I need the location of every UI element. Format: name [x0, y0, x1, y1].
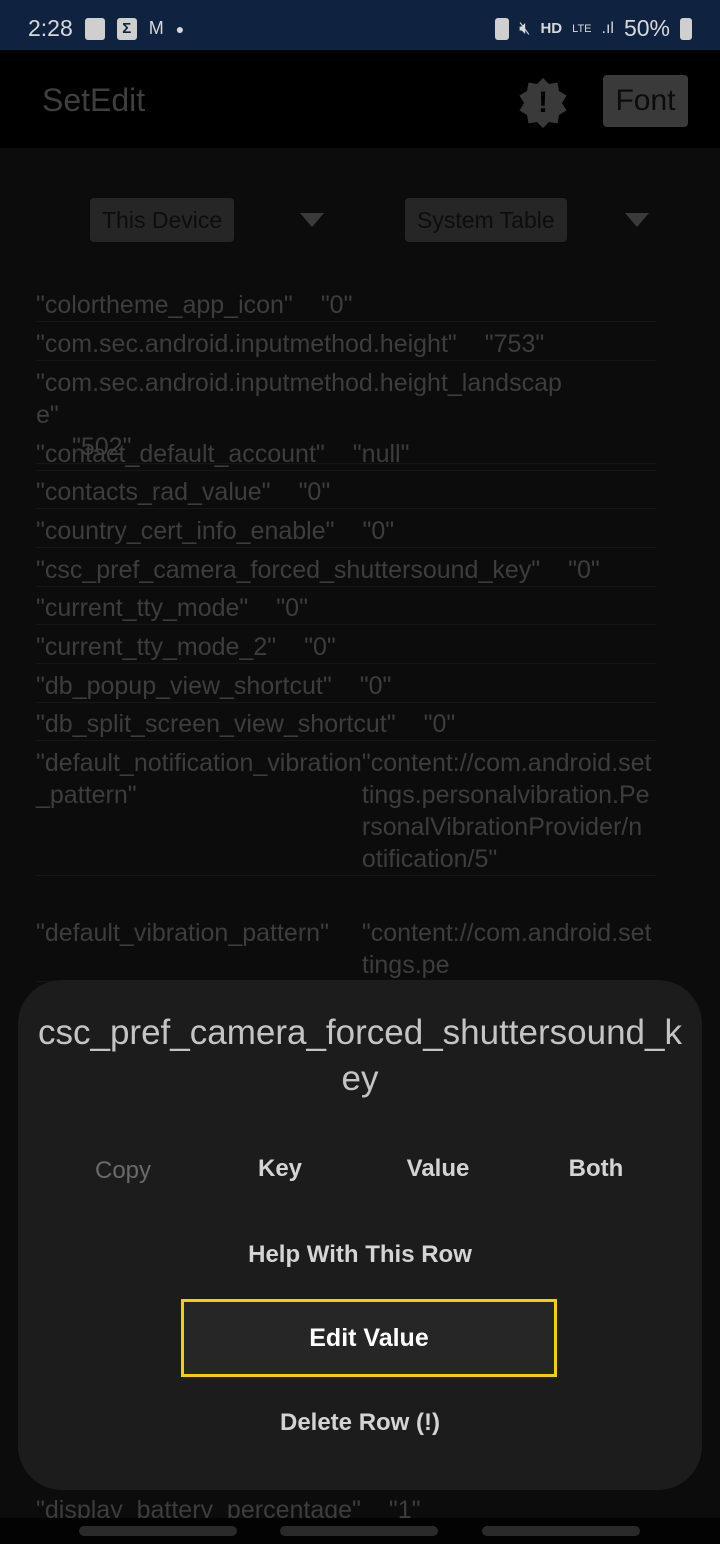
settings-row[interactable]: "com.sec.android.inputmethod.height" "753… — [36, 328, 656, 361]
row-value: "0" — [276, 594, 308, 622]
row-key: "default_vibration_pattern" — [36, 919, 329, 947]
nav-back[interactable] — [482, 1526, 640, 1536]
battery-percent: 50% — [623, 15, 670, 41]
gmail-icon: M — [148, 18, 164, 38]
row-key: "default_notification_vibration_pattern" — [36, 749, 362, 809]
settings-row[interactable]: "current_tty_mode_2" "0" — [36, 631, 656, 664]
row-value: "0" — [362, 517, 395, 545]
nav-home[interactable] — [280, 1526, 438, 1536]
delete-row-button[interactable]: Delete Row (!) — [18, 1409, 702, 1437]
mute-icon: 🔇︎ — [519, 18, 531, 38]
row-key: "contact_default_account" — [36, 440, 325, 468]
signal-icon: .ıl — [601, 19, 614, 37]
row-options-dialog: csc_pref_camera_forced_shuttersound_key … — [18, 980, 702, 1490]
clock: 2:28 — [28, 15, 73, 41]
settings-row[interactable]: "csc_pref_camera_forced_shuttersound_key… — [36, 554, 656, 587]
row-key: "com.sec.android.inputmethod.height" — [36, 330, 457, 358]
row-value: "0" — [568, 556, 600, 584]
hd-voice-icon: HD — [540, 20, 563, 37]
row-key: "db_split_screen_view_shortcut" — [36, 710, 396, 738]
battery-saver-icon — [495, 17, 510, 40]
nav-recents[interactable] — [79, 1526, 237, 1536]
settings-row[interactable]: "colortheme_app_icon" "0" — [36, 289, 656, 322]
row-value: "0" — [298, 478, 331, 506]
row-value: "content://com.android.settings.pe — [361, 919, 652, 979]
settings-row[interactable]: "db_split_screen_view_shortcut" "0" — [36, 708, 656, 741]
dialog-title: csc_pref_camera_forced_shuttersound_key — [38, 1013, 682, 1098]
row-key: "current_tty_mode" — [36, 594, 249, 622]
row-value: "null" — [352, 440, 410, 468]
row-value: "0" — [304, 633, 336, 661]
settings-row[interactable]: "default_vibration_pattern" "content://co… — [36, 917, 656, 982]
alert-badge-icon[interactable]: ! — [519, 78, 567, 128]
row-key: "country_cert_info_enable" — [36, 517, 335, 545]
table-dropdown-arrow-icon[interactable] — [625, 213, 649, 227]
lte-icon: LTE — [572, 22, 592, 35]
edit-value-button[interactable]: Edit Value — [181, 1299, 557, 1377]
settings-row[interactable]: "contacts_rad_value" "0" — [36, 476, 656, 509]
app-title: SetEdit — [42, 82, 146, 118]
status-bar: 2:28 Σ M ● 🔇︎ HD LTE .ıl 50% — [0, 0, 720, 50]
font-button[interactable]: Font — [603, 75, 688, 127]
settings-row[interactable]: "current_tty_mode" "0" — [36, 592, 656, 625]
copy-value-button[interactable]: Value — [378, 1155, 498, 1183]
settings-row[interactable]: "default_notification_vibration_pattern"… — [36, 747, 656, 876]
settings-row[interactable]: "country_cert_info_enable" "0" — [36, 515, 656, 548]
row-value: "0" — [423, 710, 456, 738]
row-key: "colortheme_app_icon" — [36, 291, 293, 319]
row-value: "content://com.android.settings.personal… — [361, 749, 652, 873]
device-dropdown-arrow-icon[interactable] — [300, 213, 324, 227]
row-value: "753" — [484, 330, 545, 358]
row-value: "0" — [359, 672, 392, 700]
navigation-bar — [0, 1518, 720, 1544]
settings-row[interactable]: "contact_default_account" "null" — [36, 438, 656, 471]
row-key: "contacts_rad_value" — [36, 478, 271, 506]
sigma-icon: Σ — [116, 17, 137, 40]
row-key: "csc_pref_camera_forced_shuttersound_key… — [36, 556, 541, 584]
settings-row[interactable]: "db_popup_view_shortcut" "0" — [36, 670, 656, 703]
copy-label: Copy — [95, 1157, 152, 1184]
row-value: "0" — [320, 291, 353, 319]
app-bar: SetEdit ! Font — [0, 50, 720, 148]
dot-icon: ● — [175, 20, 185, 37]
row-key: "current_tty_mode_2" — [36, 633, 277, 661]
copy-both-button[interactable]: Both — [536, 1155, 656, 1183]
device-selector[interactable]: This Device — [90, 198, 235, 242]
copy-key-button[interactable]: Key — [220, 1155, 340, 1183]
table-selector[interactable]: System Table — [405, 198, 567, 242]
battery-icon — [680, 17, 692, 40]
help-row-button[interactable]: Help With This Row — [18, 1241, 702, 1269]
image-icon — [84, 17, 105, 40]
row-key: "com.sec.android.inputmethod.height_land… — [36, 369, 562, 429]
row-key: "db_popup_view_shortcut" — [36, 672, 332, 700]
